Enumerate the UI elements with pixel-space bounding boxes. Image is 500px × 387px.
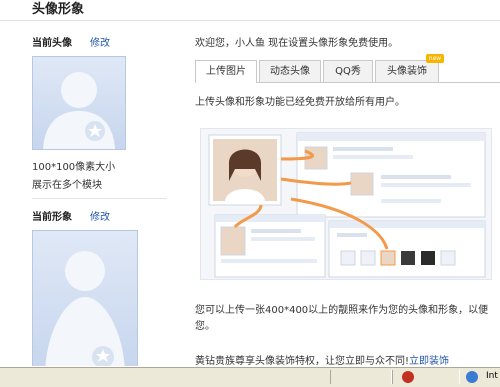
section-divider — [32, 198, 167, 199]
new-badge: new — [426, 54, 444, 63]
internet-zone-icon[interactable] — [466, 371, 478, 383]
preview-illustration — [201, 129, 491, 279]
browser-status-bar: Int — [0, 366, 500, 387]
status-segment — [330, 370, 392, 384]
default-avatar-icon — [43, 72, 115, 149]
welcome-text: 欢迎您，小人鱼 现在设置头像形象免费使用。 — [195, 38, 399, 49]
tab-bar: 上传图片 动态头像 QQ秀 头像装饰 new — [195, 54, 500, 83]
tab-label: QQ秀 — [335, 66, 361, 77]
current-image-label: 当前形象 — [32, 212, 72, 223]
title-bar: 头像形象 — [0, 0, 500, 21]
intro-text: 上传头像和形象功能已经免费开放给所有用户。 — [195, 97, 405, 108]
avatar-size-note: 100*100像素大小 — [32, 162, 116, 173]
tab-label: 头像装饰 — [387, 66, 427, 77]
tab-avatar-decoration[interactable]: 头像装饰 new — [375, 54, 444, 82]
security-icon[interactable] — [402, 371, 414, 383]
avatar-display-note: 展示在多个模块 — [32, 180, 102, 191]
current-avatar-label: 当前头像 — [32, 38, 72, 49]
vip-promo: 黄钻贵族尊享头像装饰特权，让您立即与众不同!立即装饰 — [195, 352, 449, 367]
feature-preview-image — [200, 128, 492, 280]
upload-description-line2: 您。 — [195, 321, 215, 332]
zone-label: Int — [486, 371, 498, 381]
tab-label: 动态头像 — [270, 66, 310, 77]
tab-animated-avatar[interactable]: 动态头像 — [259, 60, 321, 82]
tab-upload-image[interactable]: 上传图片 — [195, 60, 257, 83]
right-panel: 欢迎您，小人鱼 现在设置头像形象免费使用。 上传图片 动态头像 QQ秀 头像装饰… — [180, 20, 500, 367]
upload-description-line1: 您可以上传一张400*400以上的靓照来作为您的头像和形象，以便 — [195, 305, 489, 316]
tab-label: 上传图片 — [206, 66, 246, 77]
current-image-figure — [32, 230, 138, 372]
tab-qq-show[interactable]: QQ秀 — [323, 60, 373, 82]
current-avatar-image — [32, 56, 126, 150]
edit-avatar-link[interactable]: 修改 — [90, 34, 110, 49]
default-figure-icon — [45, 251, 125, 371]
left-panel: 当前头像 修改 100*100像素大小 展示在多个模块 当前形象 修改 — [0, 20, 180, 372]
upload-description: 您可以上传一张400*400以上的靓照来作为您的头像和形象，以便 您。 — [195, 303, 500, 335]
page-title: 头像形象 — [32, 2, 85, 17]
edit-image-link[interactable]: 修改 — [90, 208, 110, 223]
